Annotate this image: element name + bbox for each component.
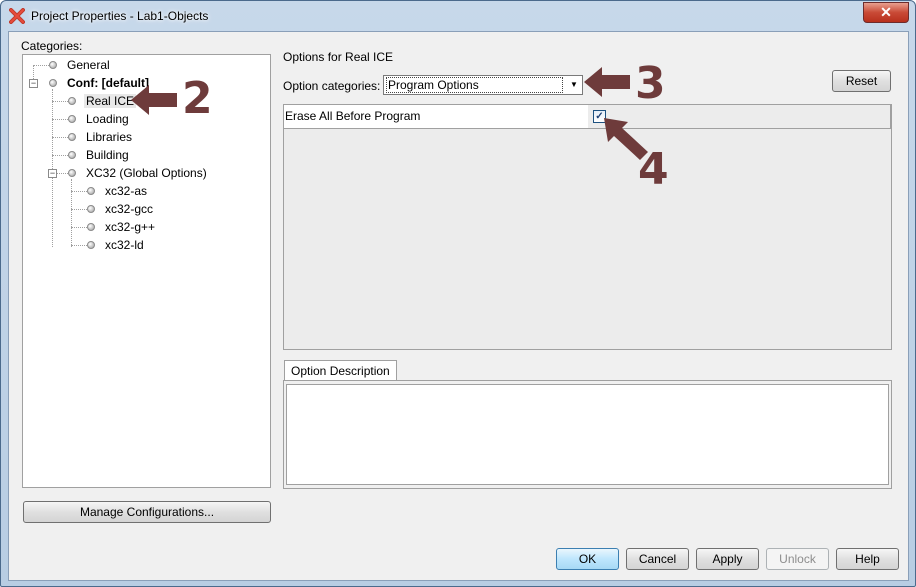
manage-configurations-button[interactable]: Manage Configurations... [23,501,271,523]
app-x-icon [9,8,25,24]
collapse-icon[interactable]: − [48,169,57,178]
tree-node-icon [68,169,76,177]
close-button[interactable]: ✕ [863,2,909,23]
callout-step-4: 4 [638,144,669,195]
tree-node-icon [87,223,95,231]
categories-tree[interactable]: General − Conf: [default] Real ICE Loadi… [22,54,271,488]
callout-step-2: 2 [182,73,213,124]
tree-item-xc32-as[interactable]: xc32-as [105,184,147,198]
ok-button[interactable]: OK [556,548,619,570]
tree-node-icon [68,115,76,123]
option-categories-label: Option categories: [283,79,381,93]
option-categories-value: Program Options [386,77,563,93]
callout-arrow-left-icon [131,85,177,115]
tree-item-libraries[interactable]: Libraries [86,130,132,144]
option-name: Erase All Before Program [284,105,589,128]
tree-item-xc32-ld[interactable]: xc32-ld [105,238,144,252]
collapse-icon[interactable]: − [29,79,38,88]
option-description-panel [283,380,892,489]
unlock-button: Unlock [766,548,829,570]
tree-node-icon [49,61,57,69]
tree-item-xc32-global[interactable]: XC32 (Global Options) [86,166,207,180]
help-button[interactable]: Help [836,548,899,570]
window-title: Project Properties - Lab1-Objects [31,9,209,23]
option-row: Erase All Before Program ✓ [284,105,891,129]
tree-item-xc32-gcc[interactable]: xc32-gcc [105,202,153,216]
tree-node-icon [68,97,76,105]
tree-item-xc32-gpp[interactable]: xc32-g++ [105,220,155,234]
project-properties-window: Project Properties - Lab1-Objects ✕ Cate… [0,0,916,587]
tree-node-icon [87,205,95,213]
tree-node-icon [87,187,95,195]
reset-button[interactable]: Reset [832,70,891,92]
options-header: Options for Real ICE [283,50,394,64]
option-description-text [286,384,889,485]
tree-item-general[interactable]: General [67,58,110,72]
categories-label: Categories: [21,39,83,53]
tree-node-icon [68,133,76,141]
tree-item-real-ice[interactable]: Real ICE [84,94,137,108]
tree-item-building[interactable]: Building [86,148,129,162]
title-bar[interactable]: Project Properties - Lab1-Objects ✕ [1,1,915,31]
options-table: Erase All Before Program ✓ [283,104,892,350]
chevron-down-icon[interactable]: ▼ [567,77,581,93]
tree-item-loading[interactable]: Loading [86,112,129,126]
callout-arrow-left-icon [584,67,630,97]
callout-step-3: 3 [635,58,666,109]
cancel-button[interactable]: Cancel [626,548,689,570]
apply-button[interactable]: Apply [696,548,759,570]
tree-node-icon [49,79,57,87]
option-categories-select[interactable]: Program Options ▼ [383,75,583,95]
tree-node-icon [68,151,76,159]
tree-node-icon [87,241,95,249]
tab-option-description[interactable]: Option Description [284,360,397,381]
